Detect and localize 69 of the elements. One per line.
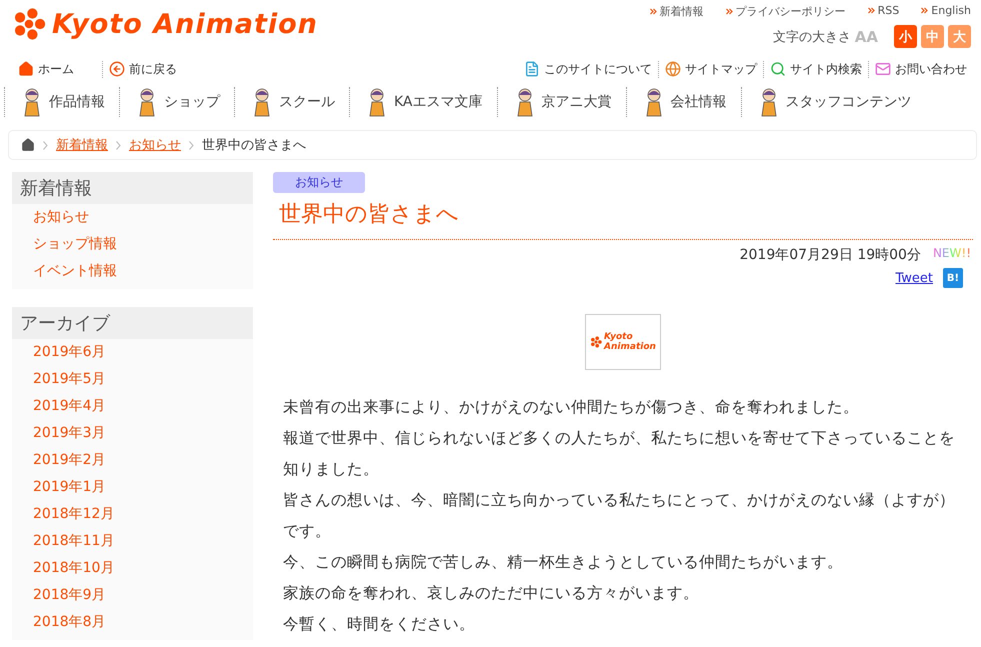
utility-link[interactable]: サイトマップ: [658, 60, 763, 78]
category-label: お知らせ: [273, 172, 365, 193]
double-chevron-icon: [921, 7, 928, 14]
main-nav-item[interactable]: 会社情報: [626, 87, 741, 117]
text-size-glyph: AA: [854, 28, 878, 46]
post-date: 2019年07月29日 19時00分: [740, 246, 921, 264]
text-size-button[interactable]: 中: [921, 25, 944, 48]
sidebar-heading: 新着情報: [12, 172, 253, 204]
sidebar-link[interactable]: お知らせ: [12, 204, 253, 231]
sidebar-link[interactable]: 2018年10月: [12, 555, 253, 582]
utility-link[interactable]: サイト内検索: [763, 60, 868, 78]
home-icon[interactable]: [21, 138, 35, 152]
article-paragraph: 今、この瞬間も病院で苦しみ、精一杯生きようとしている仲間たちがいます。: [282, 552, 844, 573]
main-nav-item[interactable]: ショップ: [119, 87, 234, 117]
top-link[interactable]: 新着情報: [650, 4, 704, 19]
sidebar-link[interactable]: 2019年1月: [12, 474, 253, 501]
top-link[interactable]: プライバシーポリシー: [726, 4, 846, 19]
tweet-link[interactable]: Tweet: [895, 270, 933, 286]
site-logo[interactable]: Kyoto Animation: [52, 8, 318, 40]
utility-link[interactable]: ホーム: [18, 60, 102, 78]
utility-link[interactable]: お問い合わせ: [868, 60, 973, 78]
double-chevron-icon: [650, 8, 657, 15]
document-icon: [524, 61, 540, 77]
sidebar-link[interactable]: 2018年11月: [12, 528, 253, 555]
flower-logo-icon: [12, 7, 46, 41]
text-size-button[interactable]: 大: [948, 25, 971, 48]
breadcrumb-link[interactable]: 新着情報: [56, 136, 108, 154]
sidebar-link[interactable]: 2019年3月: [12, 420, 253, 447]
sidebar-link[interactable]: イベント情報: [12, 258, 253, 285]
sidebar-link[interactable]: 2019年4月: [12, 393, 253, 420]
utility-link[interactable]: このサイトについて: [518, 60, 658, 78]
main-nav-item[interactable]: KAエスマ文庫: [349, 87, 497, 117]
main-nav-item[interactable]: 作品情報: [4, 87, 119, 117]
article-paragraph: 未曾有の出来事により、かけがえのない仲間たちが傷つき、命を奪われました。: [282, 397, 860, 418]
double-chevron-icon: [868, 7, 875, 14]
article-paragraph: 皆さんの想いは、今、暗闇に立ち向かっている私たちにとって、かけがえのない縁（よすが）です。: [282, 490, 956, 542]
top-link[interactable]: English: [921, 4, 971, 19]
sidebar-link[interactable]: 2019年2月: [12, 447, 253, 474]
mail-icon: [875, 61, 891, 77]
logo-image-text: Kyoto Animation: [604, 332, 656, 352]
main-nav-item[interactable]: 京アニ大賞: [496, 87, 626, 117]
text-size-button[interactable]: 小: [894, 25, 917, 48]
utility-link[interactable]: 前に戻る: [102, 60, 205, 78]
search-icon: [770, 61, 786, 77]
sidebar-heading: アーカイブ: [12, 307, 253, 339]
chevron-icon: [43, 140, 48, 150]
flower-logo-icon: [590, 336, 602, 348]
bookmark-button[interactable]: B!: [943, 268, 963, 288]
sidebar-link[interactable]: 2018年9月: [12, 582, 253, 609]
article-title: 世界中の皆さまへ: [273, 199, 973, 240]
breadcrumb-current: 世界中の皆さまへ: [202, 137, 306, 154]
text-size-label: 文字の大きさ: [772, 28, 851, 46]
home-icon: [18, 61, 34, 77]
chevron-icon: [189, 140, 194, 150]
main-nav-item[interactable]: スクール: [234, 87, 349, 117]
sidebar-link[interactable]: 2019年5月: [12, 366, 253, 393]
globe-icon: [665, 61, 681, 77]
article-paragraph: 報道で世界中、信じられないほど多くの人たちが、私たちに想いを寄せて下さっていることを知りました。: [282, 428, 956, 480]
chevron-icon: [116, 140, 121, 150]
top-link[interactable]: RSS: [868, 4, 900, 19]
double-chevron-icon: [726, 8, 733, 15]
sidebar-link[interactable]: 2018年8月: [12, 609, 253, 636]
sidebar-link[interactable]: 2018年12月: [12, 501, 253, 528]
article-paragraph: 家族の命を奪われ、哀しみのただ中にいる方々がいます。: [282, 583, 700, 604]
article-paragraph: 今暫く、時間をください。: [282, 614, 476, 635]
main-nav-item[interactable]: スタッフコンテンツ: [740, 87, 926, 117]
breadcrumb-link[interactable]: お知らせ: [129, 136, 181, 154]
sidebar-link[interactable]: 2019年6月: [12, 339, 253, 366]
sidebar-link[interactable]: ショップ情報: [12, 231, 253, 258]
